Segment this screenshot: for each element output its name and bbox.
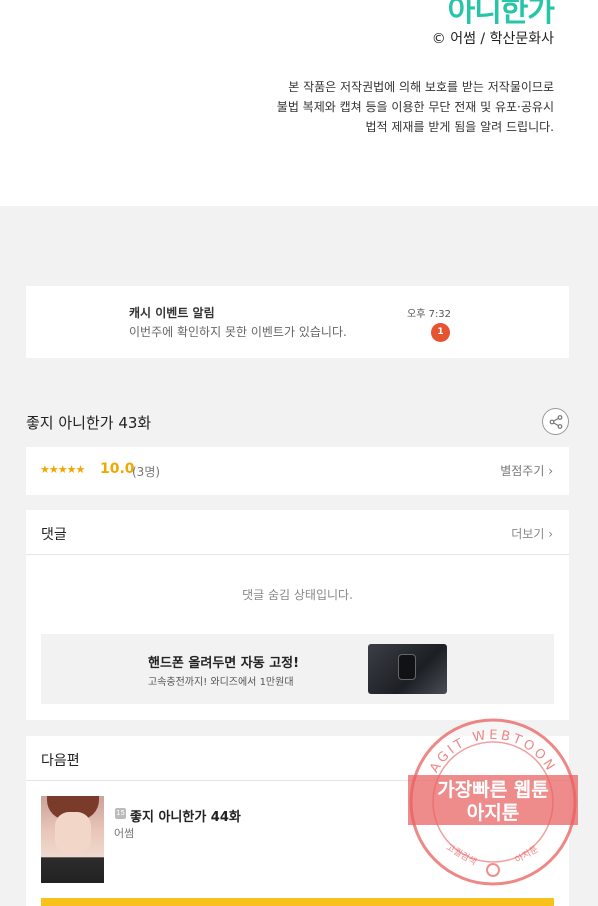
episode-title: 좋지 아니한가 43화 (26, 414, 152, 432)
next-episode-button[interactable] (41, 898, 554, 906)
ad-title: 핸드폰 올려두면 자동 고정! (148, 656, 300, 671)
age-rating-badge: 15 (115, 808, 126, 819)
star-rating: ★★★★★ (40, 463, 85, 476)
copyright-notice: 본 작품은 저작권법에 의해 보호를 받는 저작물이므로 불법 복제와 캡쳐 등… (234, 77, 554, 137)
notification-title: 캐시 이벤트 알림 (129, 306, 215, 320)
next-episode-section: 다음편 15 좋지 아니한가 44화 어썸 (26, 736, 569, 906)
notice-line: 법적 제재를 받게 됨을 알려 드립니다. (365, 120, 555, 134)
ad-product-image (368, 644, 447, 694)
cash-event-notification[interactable]: 캐시 이벤트 알림 이번주에 확인하지 못한 이벤트가 있습니다. 오후 7:3… (26, 286, 569, 358)
phone-mount-shape (398, 654, 416, 680)
episode-end-section: 아니한가 © 어썸 / 학산문화사 본 작품은 저작권법에 의해 보호를 받는 … (0, 0, 598, 206)
title-logo: 아니한가 (447, 0, 555, 29)
notice-line: 불법 복제와 캡쳐 등을 이용한 무단 전재 및 유포·공유시 (276, 100, 554, 114)
comments-header: 댓글 더보기 › (26, 510, 569, 555)
share-icon (549, 415, 563, 429)
rating-card: ★★★★★ 10.0 (3명) 별점주기 › (26, 447, 569, 495)
copyright-text: © 어썸 / 학산문화사 (431, 31, 554, 47)
next-episode-author: 어썸 (114, 827, 135, 840)
share-button[interactable] (542, 408, 569, 435)
notification-badge: 1 (431, 323, 450, 342)
rating-count: (3명) (132, 465, 161, 479)
comments-hidden-message: 댓글 숨김 상태입니다. (242, 588, 353, 602)
comments-section: 댓글 더보기 › 댓글 숨김 상태입니다. 핸드폰 올려두면 자동 고정! 고속… (26, 510, 569, 720)
notification-message: 이번주에 확인하지 못한 이벤트가 있습니다. (129, 325, 347, 339)
notice-line: 본 작품은 저작권법에 의해 보호를 받는 저작물이므로 (288, 80, 554, 94)
thumbnail-face-shape (55, 812, 91, 854)
next-episode-header: 다음편 (26, 736, 569, 781)
notification-time: 오후 7:32 (407, 309, 452, 320)
ad-banner[interactable]: 핸드폰 올려두면 자동 고정! 고속충전까지! 와디즈에서 1만원대 (41, 634, 554, 704)
comments-more-link[interactable]: 더보기 › (511, 525, 553, 542)
next-episode-thumbnail[interactable] (41, 796, 104, 883)
rating-score: 10.0 (100, 461, 135, 477)
rate-button[interactable]: 별점주기 › (500, 462, 553, 479)
ad-subtitle: 고속충전까지! 와디즈에서 1만원대 (148, 677, 294, 688)
next-episode-title[interactable]: 좋지 아니한가 44화 (130, 806, 241, 825)
next-episode-label: 다음편 (41, 753, 80, 769)
comments-title: 댓글 (41, 527, 67, 543)
